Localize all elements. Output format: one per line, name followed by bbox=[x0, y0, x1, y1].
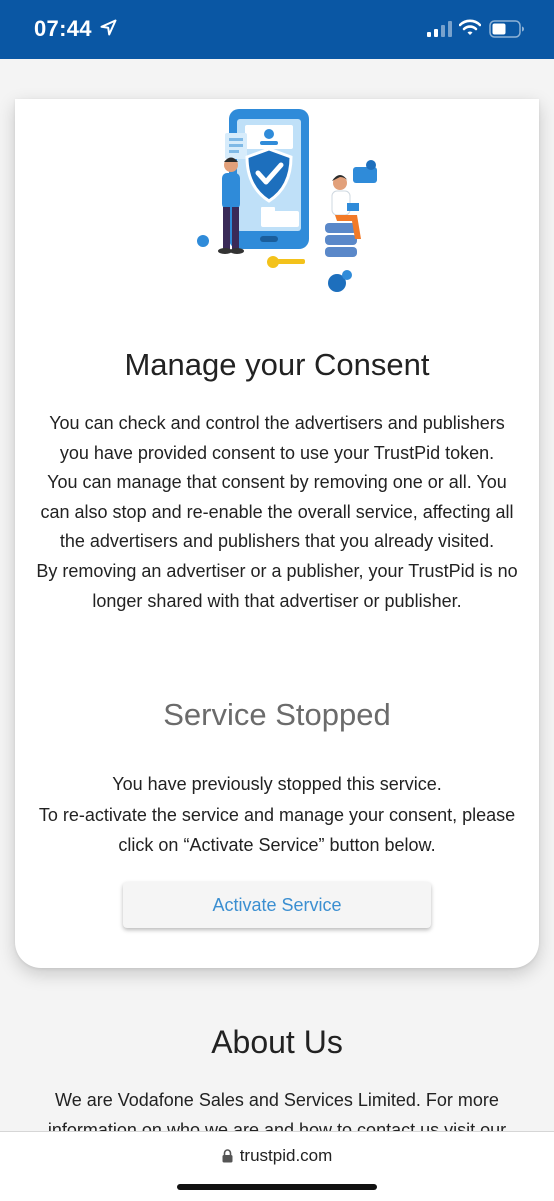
battery-icon bbox=[489, 20, 524, 38]
consent-title: Manage your Consent bbox=[124, 347, 430, 382]
consent-card: Manage your Consent You can check and co… bbox=[15, 99, 539, 968]
consent-paragraph: You can check and control the advertiser… bbox=[49, 413, 505, 463]
lock-icon bbox=[222, 1149, 233, 1163]
home-indicator[interactable] bbox=[177, 1184, 377, 1190]
url-text: trustpid.com bbox=[239, 1146, 333, 1165]
status-time: 07:44 bbox=[34, 16, 92, 41]
page-content: Manage your Consent You can check and co… bbox=[0, 59, 554, 1169]
service-status-text: You have previously stopped this service… bbox=[35, 769, 519, 861]
location-arrow-icon bbox=[100, 19, 117, 36]
privacy-shield-illustration bbox=[197, 109, 377, 292]
activate-service-button[interactable]: Activate Service bbox=[123, 882, 431, 928]
service-status-line: To re-activate the service and manage yo… bbox=[38, 804, 516, 856]
consent-paragraph: You can manage that consent by removing … bbox=[40, 472, 514, 552]
service-status-line: You have previously stopped this service… bbox=[112, 774, 442, 794]
wifi-icon bbox=[459, 19, 481, 35]
about-title: About Us bbox=[211, 1024, 343, 1060]
signal-icon bbox=[427, 21, 452, 37]
service-status-title: Service Stopped bbox=[163, 697, 391, 732]
consent-description: You can check and control the advertiser… bbox=[35, 409, 519, 616]
browser-address-bar: trustpid.com bbox=[0, 1131, 554, 1201]
status-bar: 07:44 bbox=[0, 0, 554, 59]
url-field[interactable]: trustpid.com bbox=[0, 1146, 554, 1166]
consent-paragraph: By removing an advertiser or a publisher… bbox=[36, 560, 518, 611]
